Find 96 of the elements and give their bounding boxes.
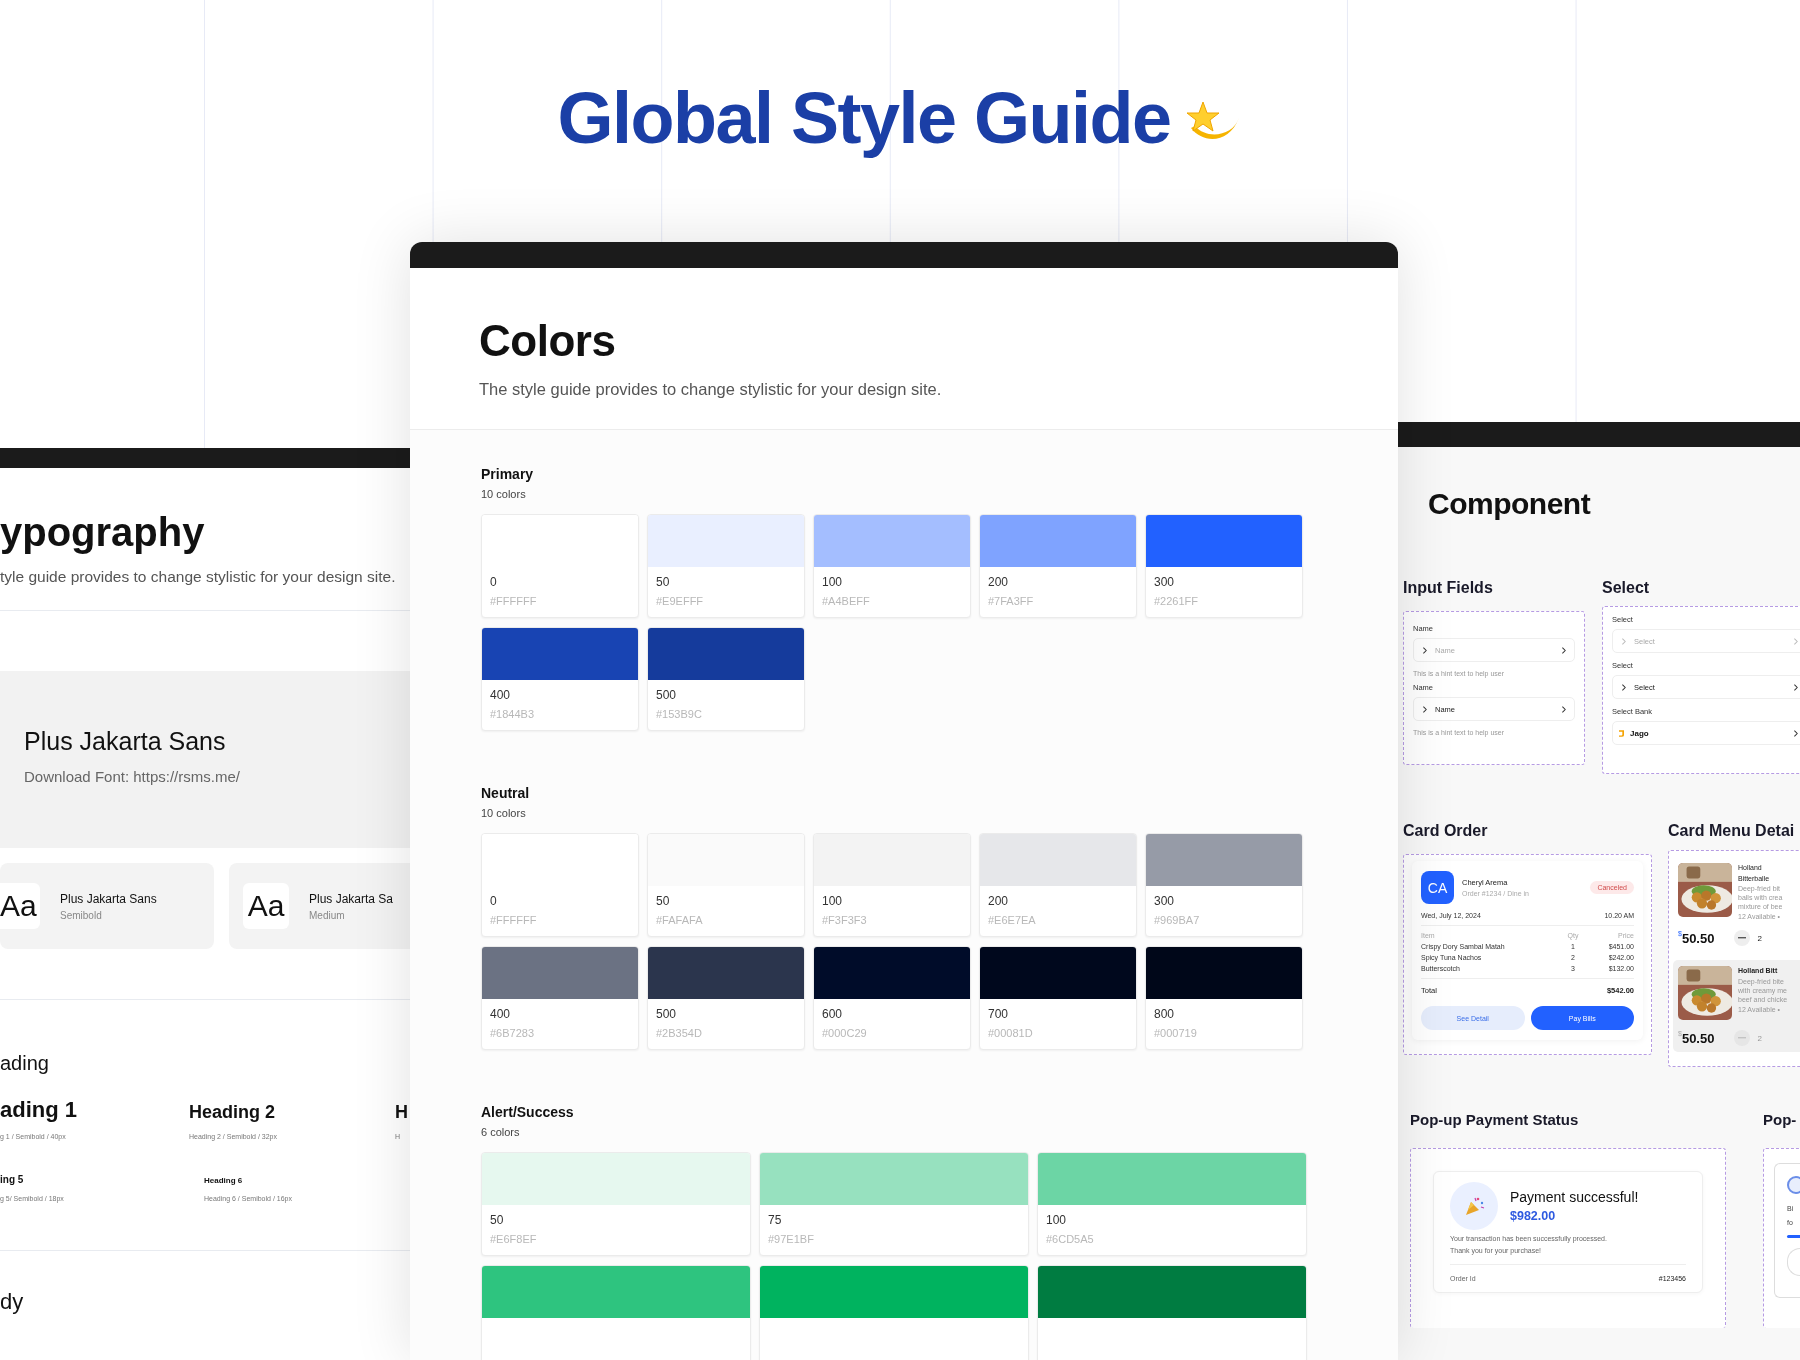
- font-weight: Medium: [309, 909, 346, 921]
- swatch-label: 75: [768, 1213, 783, 1227]
- hex-code: #FAFAFA: [656, 914, 704, 926]
- hex-code: #E9EFFF: [656, 595, 705, 607]
- swatch-label: 100: [822, 894, 844, 908]
- font-sample: Aa: [0, 883, 40, 929]
- heading-sample: Heading 2: [189, 1102, 277, 1123]
- bank-name: Jago: [1630, 728, 1650, 738]
- group-title: Primary: [481, 466, 535, 482]
- chevron-icon: [1619, 636, 1628, 646]
- hex-code: #969BA7: [1154, 914, 1201, 926]
- hex-code: #F3F3F3: [822, 914, 868, 926]
- panel-subtitle: tyle guide provides to change stylistic for your design site.: [0, 568, 397, 586]
- hex-code: #E6E7EA: [988, 914, 1037, 926]
- select-field[interactable]: Jago: [1612, 721, 1800, 745]
- minus-button[interactable]: [1734, 930, 1751, 947]
- hex-code: #A4BEFF: [822, 595, 871, 607]
- chevron-icon: [1559, 645, 1568, 655]
- hex-code: #6B7283: [490, 1027, 536, 1039]
- panel-title: Component: [1427, 486, 1592, 521]
- swatch-label: 0: [490, 575, 498, 589]
- heading-sample: H: [395, 1102, 409, 1123]
- swatch-label: 50: [656, 575, 671, 589]
- price: 50.50: [1681, 930, 1715, 946]
- section-title: ading: [0, 1052, 50, 1075]
- chevron-icon: [1791, 636, 1800, 646]
- section-title: dy: [0, 1289, 25, 1315]
- heading-sample: ading 1: [0, 1097, 78, 1123]
- hex-code: #2261FF: [1154, 595, 1200, 607]
- hex-code: #6CD5A5: [1046, 1233, 1095, 1245]
- chevron-icon: [1791, 728, 1800, 738]
- hex-code: #E6F8EF: [490, 1233, 538, 1245]
- section-title: Card Order: [1403, 822, 1489, 840]
- hex-code: #FFFFFF: [490, 595, 538, 607]
- section-title: Input Fields: [1403, 579, 1494, 597]
- quantity: 2: [1757, 933, 1762, 943]
- swatch-label: 400: [490, 688, 512, 702]
- chevron-icon: [1420, 645, 1429, 655]
- hex-code: #1844B3: [490, 708, 536, 720]
- swatch-label: 700: [988, 1007, 1010, 1021]
- chevron-icon: [1619, 682, 1628, 692]
- font-name: Plus Jakarta Sans: [60, 891, 157, 906]
- hex-code: #2B354D: [656, 1027, 703, 1039]
- color-count: 10 colors: [481, 807, 527, 819]
- swatch-label: 100: [1046, 1213, 1068, 1227]
- font-name: Plus Jakarta Sans: [24, 727, 227, 756]
- heading-sample: ing 5: [0, 1174, 25, 1185]
- panel-title: ypography: [0, 510, 206, 554]
- hex-code: #000C29: [822, 1027, 868, 1039]
- hex-code: #97E1BF: [768, 1233, 815, 1245]
- swatch-label: 400: [490, 1007, 512, 1021]
- party-popper-icon: [1450, 1182, 1498, 1231]
- minus-icon: [1738, 937, 1747, 940]
- payment-amount: $982.00: [1510, 1209, 1557, 1224]
- swatch-label: 800: [1154, 1007, 1176, 1021]
- chevron-icon: [1420, 704, 1429, 714]
- hex-code: #7FA3FF: [988, 595, 1035, 607]
- popup-title: Payment successful!: [1510, 1189, 1639, 1206]
- panel-title: Colors: [479, 316, 617, 366]
- color-count: 6 colors: [481, 1126, 521, 1138]
- section-title: Pop-: [1763, 1111, 1798, 1129]
- heading-sample: Heading 6: [204, 1176, 244, 1185]
- swatch-label: 200: [988, 575, 1010, 589]
- bank-logo-icon: [1619, 729, 1624, 737]
- section-title: Card Menu Detai: [1668, 822, 1796, 840]
- color-count: 10 colors: [481, 488, 527, 500]
- font-weight: Semibold: [60, 909, 103, 921]
- circle-icon: [1787, 1176, 1800, 1195]
- swatch-label: 500: [656, 1007, 678, 1021]
- section-title: Select: [1602, 579, 1651, 597]
- swatch-label: 100: [822, 575, 844, 589]
- swatch-label: 600: [822, 1007, 844, 1021]
- group-title: Neutral: [481, 785, 531, 801]
- panel-subtitle: The style guide provides to change stylistic for your design site.: [479, 380, 943, 399]
- quantity: 2: [1757, 1033, 1762, 1043]
- swatch-label: 0: [490, 894, 498, 908]
- download-link[interactable]: Download Font: https://rsms.me/: [24, 768, 386, 785]
- section-title: Pop-up Payment Status: [1410, 1111, 1580, 1129]
- swatch-label: 200: [988, 894, 1010, 908]
- swatch-label: 50: [656, 894, 671, 908]
- swatch-label: 500: [656, 688, 678, 702]
- font-name: Plus Jakarta Sa: [309, 891, 394, 906]
- hex-code: #153B9C: [656, 708, 703, 720]
- swatch-label: 50: [490, 1213, 505, 1227]
- hex-code: #FFFFFF: [490, 914, 538, 926]
- avatar: CA: [1421, 871, 1454, 904]
- group-title: Alert/Success: [481, 1104, 575, 1120]
- font-sample: Aa: [243, 883, 289, 929]
- swatch-label: 300: [1154, 894, 1176, 908]
- chevron-icon: [1791, 682, 1800, 692]
- price: 50.50: [1681, 1030, 1715, 1046]
- swatch-label: 300: [1154, 575, 1176, 589]
- minus-icon: [1738, 1037, 1747, 1040]
- hex-code: #00081D: [988, 1027, 1034, 1039]
- hex-code: #000719: [1154, 1027, 1198, 1039]
- chevron-icon: [1559, 704, 1568, 714]
